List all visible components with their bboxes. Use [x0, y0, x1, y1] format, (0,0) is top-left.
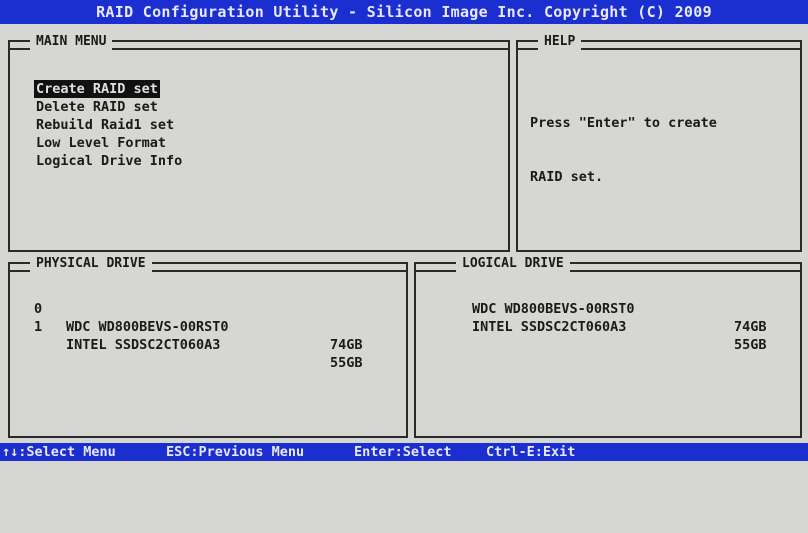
- window-title: RAID Configuration Utility - Silicon Ima…: [0, 0, 808, 24]
- menu-item-delete-raid[interactable]: Delete RAID set: [34, 98, 184, 116]
- drive-size: 74GB: [734, 319, 767, 335]
- drive-size: 55GB: [734, 337, 767, 353]
- help-text: Press "Enter" to create RAID set.: [530, 78, 717, 222]
- main-menu-title: MAIN MENU: [30, 34, 113, 50]
- menu-item-create-raid[interactable]: Create RAID set: [34, 80, 160, 98]
- hint-exit: Ctrl-E:Exit: [486, 444, 576, 460]
- help-title: HELP: [538, 34, 582, 50]
- drive-name: INTEL SSDSC2CT060A3: [472, 319, 627, 335]
- drive-size: 55GB: [330, 355, 363, 371]
- logical-drive-panel: LOGICAL DRIVE WDC WD800BEVS-00RST0 74GB …: [414, 256, 802, 438]
- drive-name: WDC WD800BEVS-00RST0: [66, 319, 229, 335]
- main-menu-list: Create RAID set Delete RAID set Rebuild …: [34, 80, 184, 170]
- help-line-2: RAID set.: [530, 169, 604, 185]
- physical-drive-panel: PHYSICAL DRIVE 0 WDC WD800BEVS-00RST0 74…: [8, 256, 408, 438]
- physical-drive-row[interactable]: 1 INTEL SSDSC2CT060A3 55GB: [10, 300, 406, 371]
- hint-select-menu: ↑↓:Select Menu: [2, 444, 116, 460]
- hint-previous-menu: ESC:Previous Menu: [166, 444, 305, 460]
- help-panel: HELP Press "Enter" to create RAID set.: [516, 34, 802, 252]
- menu-item-rebuild-raid1[interactable]: Rebuild Raid1 set: [34, 116, 184, 134]
- drive-size: 74GB: [330, 337, 363, 353]
- hint-enter-select: Enter:Select: [354, 444, 452, 460]
- physical-drive-row[interactable]: 0 WDC WD800BEVS-00RST0 74GB: [10, 282, 406, 353]
- physical-drive-title: PHYSICAL DRIVE: [30, 256, 152, 272]
- drive-index: 1: [34, 319, 43, 335]
- logical-drive-title: LOGICAL DRIVE: [456, 256, 570, 272]
- drive-name: INTEL SSDSC2CT060A3: [66, 337, 221, 353]
- logical-drive-row[interactable]: INTEL SSDSC2CT060A3 55GB: [416, 300, 800, 353]
- logical-drive-row[interactable]: WDC WD800BEVS-00RST0 74GB: [416, 282, 800, 335]
- menu-item-logical-drive-info[interactable]: Logical Drive Info: [34, 152, 184, 170]
- main-menu-panel: MAIN MENU Create RAID set Delete RAID se…: [8, 34, 510, 252]
- menu-item-low-level-format[interactable]: Low Level Format: [34, 134, 184, 152]
- help-line-1: Press "Enter" to create: [530, 115, 717, 131]
- status-bar: ↑↓:Select Menu ESC:Previous Menu Enter:S…: [0, 443, 808, 461]
